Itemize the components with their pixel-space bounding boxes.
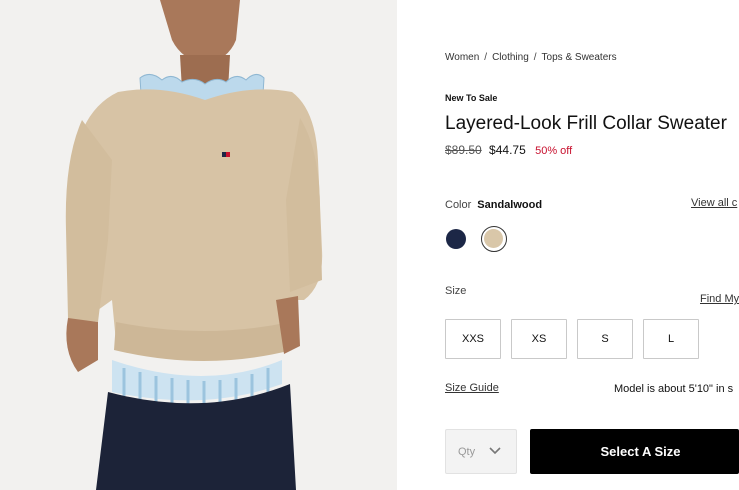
find-my-size-link[interactable]: Find My [700,293,739,305]
quantity-placeholder: Qty [458,445,476,458]
product-details-panel: Women / Clothing / Tops & Sweaters New To Sa… [445,0,739,490]
size-button-l[interactable]: L [643,319,699,359]
product-title: Layered-Look Frill Collar Sweater [445,113,727,134]
color-swatch-navy[interactable] [446,229,466,249]
chevron-down-icon [489,447,501,455]
breadcrumb-women[interactable]: Women [445,52,479,63]
product-image[interactable] [0,0,397,490]
size-guide-link[interactable]: Size Guide [445,382,499,394]
price-row: $89.50 $44.75 50% off [445,143,572,157]
size-button-xs[interactable]: XS [511,319,567,359]
view-all-colors-link[interactable]: View all c [691,197,737,209]
color-label: Color Sandalwood [445,199,542,211]
breadcrumb-separator: / [484,52,488,63]
color-swatch-sandalwood[interactable] [481,226,507,252]
quantity-select[interactable]: Qty [445,429,517,474]
selected-color-name: Sandalwood [477,199,543,211]
select-size-button[interactable]: Select A Size [530,429,739,474]
model-illustration [0,0,397,490]
breadcrumb-tops-sweaters[interactable]: Tops & Sweaters [542,52,617,63]
new-to-sale-badge: New To Sale [445,93,498,103]
discount-label: 50% off [535,145,573,157]
sale-price: $44.75 [489,143,526,157]
color-label-text: Color [445,199,472,211]
model-info-text: Model is about 5'10" in s [614,383,734,395]
breadcrumb-separator: / [533,52,537,63]
size-button-xxs[interactable]: XXS [445,319,501,359]
original-price: $89.50 [445,143,482,157]
swatch-fill [484,229,503,248]
breadcrumb-clothing[interactable]: Clothing [492,52,529,63]
breadcrumb: Women / Clothing / Tops & Sweaters [445,52,617,63]
size-button-s[interactable]: S [577,319,633,359]
size-label: Size [445,285,467,297]
